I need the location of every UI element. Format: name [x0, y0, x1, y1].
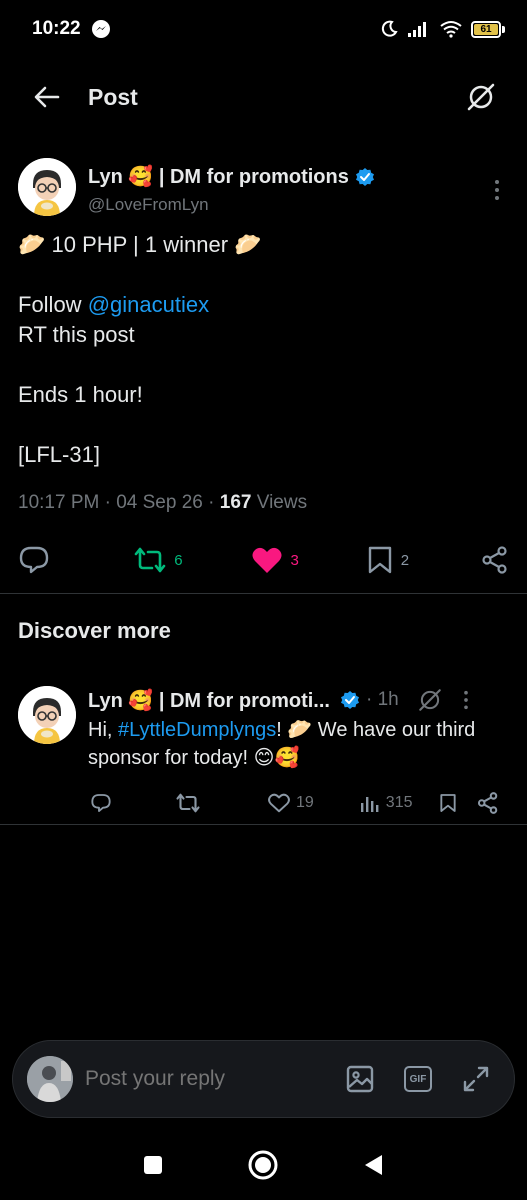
rec-like-count: 19 — [296, 794, 314, 811]
retweet-button[interactable]: 6 — [134, 547, 250, 573]
verified-badge-icon — [340, 691, 359, 709]
status-time: 10:22 — [32, 18, 81, 39]
user-photo-icon — [27, 1056, 73, 1102]
retweet-icon — [134, 547, 166, 573]
discover-more-heading: Discover more — [18, 618, 171, 643]
rec-views-count: 315 — [385, 794, 413, 811]
signal-icon — [408, 22, 426, 37]
heart-icon — [268, 793, 290, 813]
recent-apps-button[interactable] — [142, 1154, 164, 1176]
messenger-icon — [91, 20, 110, 38]
rec-post-actions: 19 315 — [88, 790, 509, 816]
image-icon[interactable] — [346, 1065, 374, 1093]
retweet-count: 6 — [174, 551, 183, 569]
back-nav-button[interactable] — [362, 1153, 386, 1177]
bookmark-icon[interactable] — [439, 793, 457, 813]
reply-composer: GIF — [12, 1040, 515, 1118]
gif-label: GIF — [409, 1073, 427, 1085]
status-icons: 61 — [379, 19, 505, 39]
post-line: Ends 1 hour! — [18, 382, 143, 407]
moon-icon — [381, 20, 398, 37]
views-chart-icon — [360, 797, 379, 812]
page-title: Post — [88, 83, 138, 110]
share-icon[interactable] — [477, 792, 499, 814]
rec-post-time: 1h — [377, 689, 399, 710]
verified-badge-icon — [355, 167, 374, 186]
bookmark-icon — [368, 546, 391, 574]
share-icon — [482, 546, 507, 574]
reply-icon[interactable] — [90, 793, 112, 813]
system-nav-bar — [0, 1140, 527, 1190]
post-line — [18, 410, 509, 440]
heart-filled-icon — [252, 547, 281, 573]
retweet-icon[interactable] — [176, 793, 200, 813]
grok-icon — [467, 83, 495, 111]
post-line: RT this post — [18, 322, 135, 347]
views-count: 167 — [219, 492, 252, 513]
reply-icon — [19, 546, 49, 574]
recommended-post[interactable]: Lyn 🥰 | DM for promoti... · 1h Hi, #Lytt… — [0, 686, 527, 816]
rec-author-avatar[interactable] — [18, 686, 76, 744]
section-divider — [0, 824, 527, 825]
post-line-follow: Follow @ginacutiex — [18, 290, 509, 320]
wifi-icon — [440, 21, 462, 38]
post-line: [LFL-31] — [18, 442, 100, 467]
gif-button[interactable]: GIF — [404, 1066, 432, 1092]
post-time: 10:17 PM — [18, 492, 100, 513]
post-line: 🥟 10 PHP | 1 winner 🥟 — [18, 232, 262, 257]
more-vertical-icon — [495, 180, 499, 200]
rec-author-name[interactable]: Lyn 🥰 | DM for promoti... — [88, 688, 330, 713]
views-label: Views — [256, 492, 308, 513]
post-date: 04 Sep 26 — [116, 492, 203, 513]
rec-post-text: Hi, #LyttleDumplyngs! 🥟 We have our thir… — [88, 716, 509, 772]
post-meta: 10:17 PM · 04 Sep 26 · 167 Views — [18, 492, 308, 513]
rec-like-button[interactable]: 19 — [268, 793, 314, 813]
share-button[interactable] — [481, 546, 509, 574]
mention-link[interactable]: @ginacutiex — [88, 292, 209, 317]
section-divider — [0, 593, 527, 594]
top-nav: Post — [0, 68, 527, 126]
rec-views-button[interactable]: 315 — [360, 794, 413, 812]
reply-button[interactable] — [18, 545, 134, 575]
author-name[interactable]: Lyn 🥰 | DM for promotions — [88, 164, 349, 189]
more-options-button[interactable] — [485, 178, 509, 202]
user-avatar[interactable] — [27, 1056, 73, 1102]
post-line — [18, 350, 509, 380]
battery-level: 61 — [474, 23, 498, 35]
hashtag-link[interactable]: #LyttleDumplyngs — [118, 719, 276, 741]
main-post: Lyn 🥰 | DM for promotions @LoveFromLyn 🥟… — [0, 158, 527, 578]
author-handle[interactable]: @LoveFromLyn — [88, 195, 375, 215]
status-bar: 10:22 61 — [0, 0, 527, 58]
grok-icon[interactable] — [417, 687, 443, 713]
rec-text-pre: Hi, — [88, 719, 118, 741]
post-line-text: Follow — [18, 292, 88, 317]
avatar-illustration-icon — [18, 158, 76, 216]
home-button[interactable] — [247, 1149, 279, 1181]
post-header: Lyn 🥰 | DM for promotions @LoveFromLyn — [18, 158, 509, 226]
arrow-left-icon — [34, 86, 60, 108]
more-vertical-icon[interactable] — [463, 690, 469, 710]
like-count: 3 — [290, 551, 299, 569]
back-button[interactable] — [32, 82, 62, 112]
post-text: 🥟 10 PHP | 1 winner 🥟 Follow @ginacutiex… — [18, 230, 509, 470]
bookmark-button[interactable]: 2 — [367, 545, 481, 575]
post-actions: 6 3 2 — [18, 542, 509, 578]
like-button[interactable]: 3 — [251, 546, 367, 574]
grok-button[interactable] — [463, 79, 499, 115]
bookmark-count: 2 — [400, 551, 410, 569]
post-line — [18, 260, 509, 290]
expand-icon[interactable] — [462, 1065, 490, 1093]
reply-input[interactable] — [85, 1067, 295, 1091]
avatar-illustration-icon — [18, 686, 76, 744]
author-avatar[interactable] — [18, 158, 76, 216]
battery-icon: 61 — [471, 20, 505, 38]
